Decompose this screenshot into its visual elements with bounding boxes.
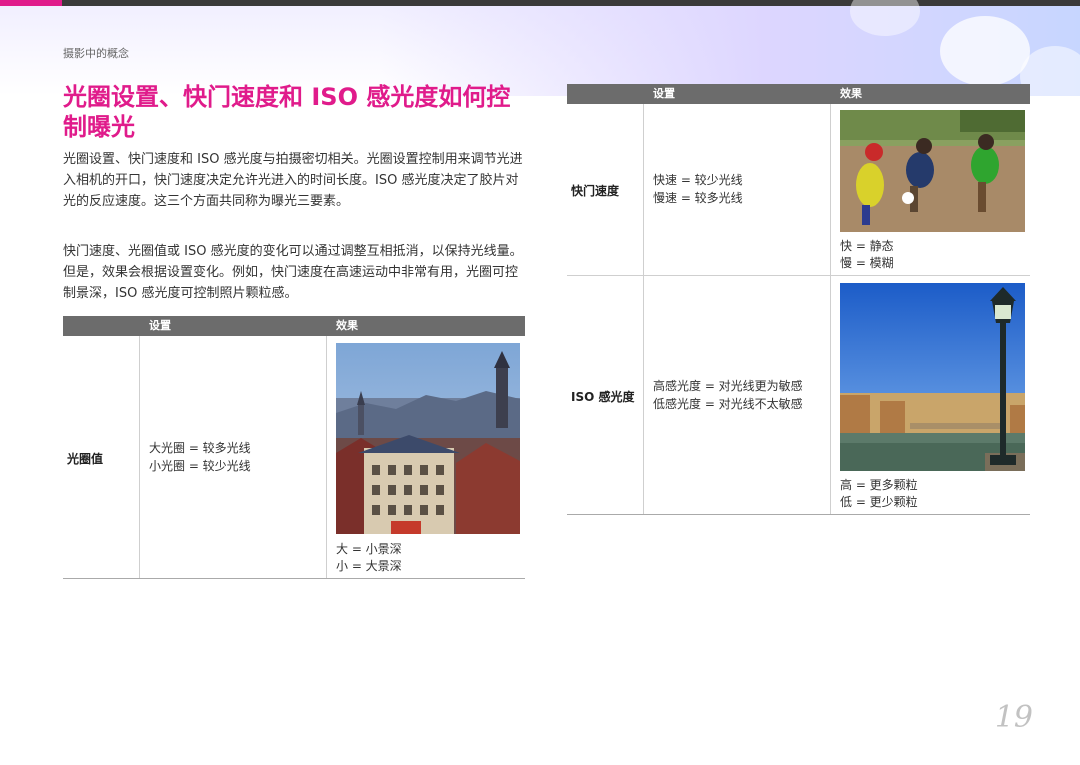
effect-line: 高 = 更多颗粒 [840,478,918,492]
row-label-aperture: 光圈值 [67,452,104,466]
breadcrumb: 摄影中的概念 [63,47,129,60]
iso-effect: 高 = 更多颗粒 低 = 更少颗粒 [840,477,918,511]
setting-line: 高感光度 = 对光线更为敏感 [653,379,803,393]
shutter-setting: 快速 = 较少光线 慢速 = 较多光线 [653,171,743,207]
effect-line: 大 = 小景深 [336,542,402,556]
river-lamppost-image [840,283,1025,471]
row-label-iso: ISO 感光度 [571,390,635,404]
column-divider [139,336,140,578]
table-header: 设置 效果 [63,316,525,336]
effect-line: 小 = 大景深 [336,559,402,573]
setting-line: 慢速 = 较多光线 [653,191,743,205]
effect-line: 低 = 更少颗粒 [840,495,918,509]
header-setting: 设置 [149,319,171,332]
aperture-table: 设置 效果 光圈值 大光圈 = 较多光线 小光圈 = 较少光线 大 = 小景深 … [63,316,525,580]
iso-setting: 高感光度 = 对光线更为敏感 低感光度 = 对光线不太敏感 [653,377,803,413]
aperture-effect: 大 = 小景深 小 = 大景深 [336,541,402,575]
setting-line: 低感光度 = 对光线不太敏感 [653,397,803,411]
page-title: 光圈设置、快门速度和 ISO 感光度如何控制曝光 [63,83,511,141]
city-rooftops-image [336,343,520,534]
row-divider [567,514,1030,515]
row-divider [63,578,525,579]
table-header: 设置 效果 [567,84,1030,104]
setting-line: 大光圈 = 较多光线 [149,441,251,455]
effect-line: 慢 = 模糊 [840,256,894,270]
page-number: 19 [994,700,1033,735]
city-rooftops-photo [336,343,520,534]
row-label-shutter: 快门速度 [571,184,620,198]
shutter-effect: 快 = 静态 慢 = 模糊 [840,238,894,272]
river-lamppost-photo [840,283,1025,471]
column-divider [830,104,831,514]
setting-line: 小光圈 = 较少光线 [149,459,251,473]
header-setting: 设置 [653,87,675,100]
header-effect: 效果 [336,319,358,332]
column-divider [326,336,327,578]
body-paragraph: 快门速度、光圈值或 ISO 感光度的变化可以通过调整互相抵消，以保持光线量。但是… [63,244,523,301]
kids-soccer-photo [840,110,1025,232]
row-divider [567,275,1030,276]
kids-soccer-image [840,110,1025,232]
effect-line: 快 = 静态 [840,239,894,253]
column-divider [643,104,644,514]
setting-line: 快速 = 较少光线 [653,173,743,187]
header-effect: 效果 [840,87,862,100]
aperture-setting: 大光圈 = 较多光线 小光圈 = 较少光线 [149,439,251,475]
intro-paragraph: 光圈设置、快门速度和 ISO 感光度与拍摄密切相关。光圈设置控制用来调节光进入相… [63,152,523,209]
banner-bubble [940,16,1030,86]
shutter-iso-table: 设置 效果 快门速度 快速 = 较少光线 慢速 = 较多光线 快 = 静态 慢 … [567,84,1030,516]
